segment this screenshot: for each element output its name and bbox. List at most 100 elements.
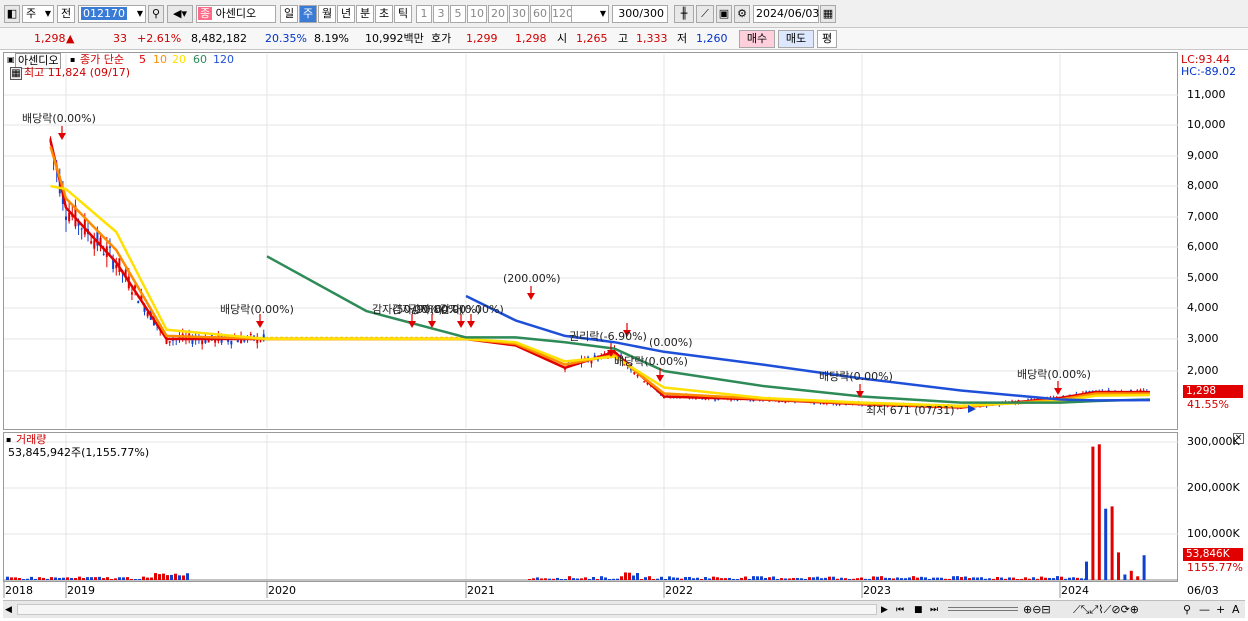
candle-body <box>714 399 717 401</box>
volume-bar <box>840 577 843 580</box>
rewind-icon[interactable]: ⏮ <box>896 603 904 617</box>
volume-tick-label: 100,000K <box>1187 527 1240 540</box>
volume-bar <box>740 577 743 580</box>
volume-bar <box>780 578 783 580</box>
volume-bar <box>744 576 747 580</box>
volume-current-pct: 1155.77% <box>1187 561 1243 574</box>
scroll-left-icon[interactable]: ◀ <box>5 603 12 617</box>
stop-icon[interactable]: ■ <box>914 603 923 617</box>
minus-icon[interactable]: — <box>1199 603 1210 617</box>
chart-grid <box>3 54 1178 598</box>
event-marker-arrow <box>527 293 535 300</box>
volume-bar <box>956 576 959 580</box>
volume-bar <box>796 577 799 580</box>
volume-bar <box>154 573 157 580</box>
x-tick-label: 2019 <box>67 584 95 597</box>
volume-bar <box>888 577 891 580</box>
volume-bar <box>904 578 907 580</box>
volume-bar <box>644 577 647 580</box>
event-marker-arrow <box>467 321 475 328</box>
volume-panel-title[interactable]: 거래량 <box>16 433 46 447</box>
volume-bar <box>696 577 699 580</box>
ma-period-label[interactable]: 20 <box>172 53 186 67</box>
volume-bar <box>720 578 723 580</box>
y-tick-label: 2,000 <box>1187 364 1219 377</box>
volume-bar <box>540 578 543 580</box>
plus-icon[interactable]: + <box>1216 603 1225 617</box>
event-annotation: 배당락(0.00%) <box>220 303 294 316</box>
candle-body <box>80 228 83 230</box>
volume-bar <box>920 576 923 580</box>
zoom-tools-icon[interactable]: ⊕⊖⊟ <box>1023 603 1051 617</box>
ma-period-label[interactable]: 10 <box>153 53 167 67</box>
current-pct: 41.55% <box>1187 398 1229 411</box>
volume-bar <box>42 577 45 580</box>
volume-bar <box>126 577 129 580</box>
candle-body <box>784 401 787 403</box>
volume-bar <box>708 578 711 580</box>
volume-bar <box>656 578 659 580</box>
volume-bar <box>932 577 935 580</box>
y-tick-label: 4,000 <box>1187 301 1219 314</box>
volume-bar <box>684 577 687 580</box>
volume-tick-label: 200,000K <box>1187 481 1240 494</box>
volume-bar <box>844 578 847 580</box>
volume-bar <box>832 576 835 580</box>
volume-bar <box>142 576 145 580</box>
volume-bar <box>560 579 563 580</box>
volume-bar <box>576 578 579 580</box>
volume-bar <box>18 577 21 580</box>
volume-bar <box>572 578 575 580</box>
x-tick-label: 2020 <box>268 584 296 597</box>
volume-bar <box>652 579 655 580</box>
volume-bar <box>612 578 615 580</box>
volume-bar <box>828 576 831 580</box>
volume-bar <box>162 573 165 580</box>
y-tick-label: 8,000 <box>1187 179 1219 192</box>
volume-bar <box>86 577 89 580</box>
auto-icon[interactable]: A <box>1232 603 1240 617</box>
candle-body <box>259 340 262 342</box>
ma-label[interactable]: 종가 단순 <box>80 53 124 67</box>
scroll-track[interactable] <box>17 604 877 615</box>
volume-bar <box>1012 577 1015 580</box>
volume-bar <box>952 576 955 580</box>
volume-bar <box>106 577 109 580</box>
scroll-right-icon[interactable]: ▶ <box>881 603 888 617</box>
fast-forward-icon[interactable]: ⏭ <box>930 603 938 617</box>
draw-tools-icon[interactable]: ⟋⤡⤢⌇⟋⊘⟳⊕ <box>1073 603 1139 617</box>
volume-bar <box>170 574 173 580</box>
volume-bar <box>1136 576 1140 580</box>
volume-bar <box>174 573 177 580</box>
volume-bar <box>94 577 97 580</box>
volume-bar <box>1028 578 1031 580</box>
volume-bar <box>22 579 25 580</box>
ma-line-120 <box>465 294 1151 402</box>
volume-bar <box>996 577 999 580</box>
candle-body <box>643 381 646 383</box>
volume-bar <box>1016 579 1019 580</box>
volume-bar <box>82 577 85 580</box>
volume-bar <box>852 578 855 580</box>
volume-tick-label: 300,000K <box>1187 435 1240 448</box>
volume-bar <box>556 577 559 580</box>
volume-bar <box>10 577 13 580</box>
search-zoom-icon[interactable]: ⚲ <box>1183 603 1191 617</box>
calculator-icon[interactable]: ▦ <box>10 67 22 80</box>
zoom-slider[interactable] <box>948 607 1018 611</box>
volume-bar <box>628 572 631 580</box>
ma-period-label[interactable]: 120 <box>213 53 234 67</box>
volume-bar <box>776 579 779 580</box>
x-tick-label: 2024 <box>1061 584 1089 597</box>
candle-body <box>168 341 171 343</box>
ma-period-label[interactable]: 60 <box>193 53 207 67</box>
volume-bar <box>804 578 807 580</box>
volume-bar <box>632 575 635 580</box>
volume-bar <box>688 576 691 580</box>
ma-period-label[interactable]: 5 <box>139 53 146 67</box>
volume-bar <box>98 576 101 580</box>
volume-bar <box>704 577 707 580</box>
chart-scrollbar[interactable]: ◀ ▶ ⏮ ■ ⏭ ⊕⊖⊟ ⟋⤡⤢⌇⟋⊘⟳⊕ ⚲ — + A <box>3 600 1245 618</box>
volume-bar <box>102 578 105 580</box>
volume-bar <box>1076 577 1079 580</box>
